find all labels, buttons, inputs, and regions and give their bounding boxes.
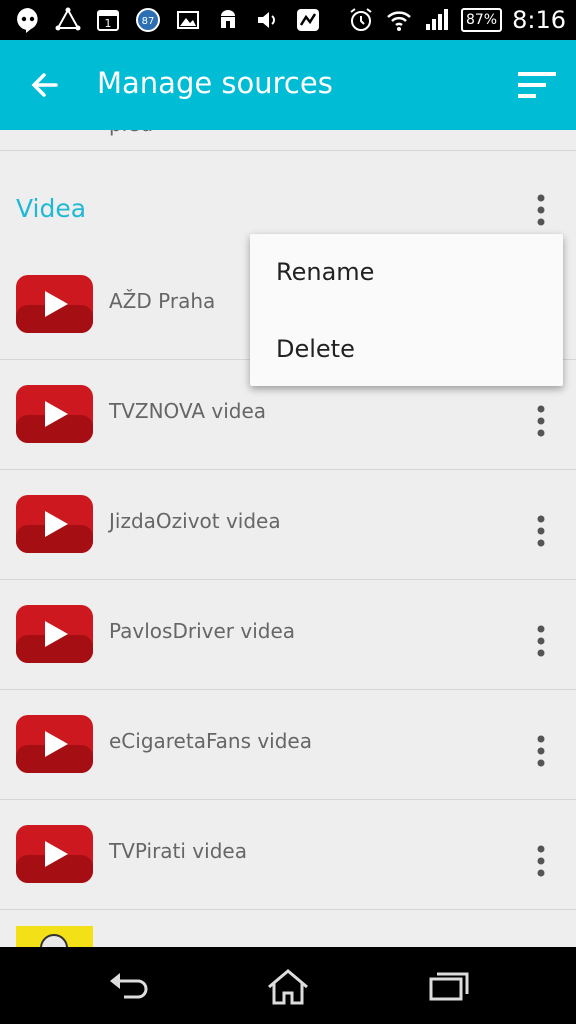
volume-icon — [254, 6, 282, 34]
signal-icon — [423, 6, 451, 34]
more-vert-icon[interactable] — [536, 735, 546, 767]
arrow-back-icon — [31, 73, 58, 97]
network-share-icon — [54, 6, 82, 34]
home-icon — [268, 969, 308, 1005]
battery-indicator: 87% — [460, 8, 503, 32]
list-item[interactable]: prsu — [0, 130, 576, 151]
system-status-icons: 87% 8:16 — [347, 4, 566, 36]
recents-icon — [429, 972, 469, 1001]
list-item[interactable]: PavlosDriver videa — [0, 579, 576, 690]
list-item-label: TVPirati videa — [109, 839, 247, 863]
more-vert-icon[interactable] — [536, 515, 546, 547]
back-button[interactable] — [28, 68, 62, 102]
menu-item-rename[interactable]: Rename — [276, 258, 374, 286]
menu-item-delete[interactable]: Delete — [276, 335, 355, 363]
sort-button[interactable] — [518, 70, 556, 100]
app-bar: Manage sources — [0, 40, 576, 130]
calendar-icon: 1 — [94, 6, 122, 34]
wifi-icon — [385, 6, 413, 34]
list-item-label: JizdaOzivot videa — [109, 509, 281, 533]
more-vert-icon[interactable] — [536, 130, 546, 132]
app-notification-icon — [294, 6, 322, 34]
list-item-label: eCigaretaFans videa — [109, 729, 312, 753]
svg-text:1: 1 — [105, 17, 112, 30]
navigation-bar — [0, 947, 576, 1024]
avatar — [16, 926, 93, 947]
youtube-icon — [16, 605, 93, 663]
sort-icon — [518, 72, 556, 98]
more-vert-icon[interactable] — [536, 405, 546, 437]
hangouts-icon — [14, 6, 42, 34]
list-item-label: TVZNOVA videa — [109, 399, 267, 423]
youtube-icon — [16, 825, 93, 883]
youtube-icon — [16, 275, 93, 333]
gallery-icon — [174, 6, 202, 34]
notification-icons: 1 87 — [14, 6, 322, 34]
more-vert-icon[interactable] — [536, 625, 546, 657]
list-item[interactable] — [0, 909, 576, 947]
list-item[interactable]: eCigaretaFans videa — [0, 689, 576, 800]
list-item-label: prsu — [109, 130, 153, 136]
nav-back-button[interactable] — [106, 967, 152, 1007]
nav-home-button[interactable] — [265, 967, 311, 1007]
list-item[interactable]: JizdaOzivot videa — [0, 469, 576, 580]
alarm-icon — [347, 6, 375, 34]
more-vert-icon[interactable] — [536, 845, 546, 877]
list-item-label: AŽD Praha — [109, 289, 216, 313]
youtube-icon — [16, 715, 93, 773]
youtube-icon — [16, 495, 93, 553]
clock: 8:16 — [512, 6, 566, 34]
youtube-icon — [16, 385, 93, 443]
popup-menu: Rename Delete — [250, 234, 563, 386]
svg-text:87: 87 — [142, 16, 155, 27]
section-title: Videa — [16, 194, 87, 223]
nav-recents-button[interactable] — [426, 967, 472, 1007]
page-title: Manage sources — [97, 66, 333, 100]
section-more-vert-icon[interactable] — [536, 194, 546, 226]
list-item-label: PavlosDriver videa — [109, 619, 296, 643]
nav-back-icon — [110, 973, 148, 999]
status-bar: 1 87 87% 8:16 — [0, 0, 576, 40]
list-item[interactable]: TVPirati videa — [0, 799, 576, 910]
badge-icon: 87 — [134, 6, 162, 34]
android-download-icon — [214, 6, 242, 34]
